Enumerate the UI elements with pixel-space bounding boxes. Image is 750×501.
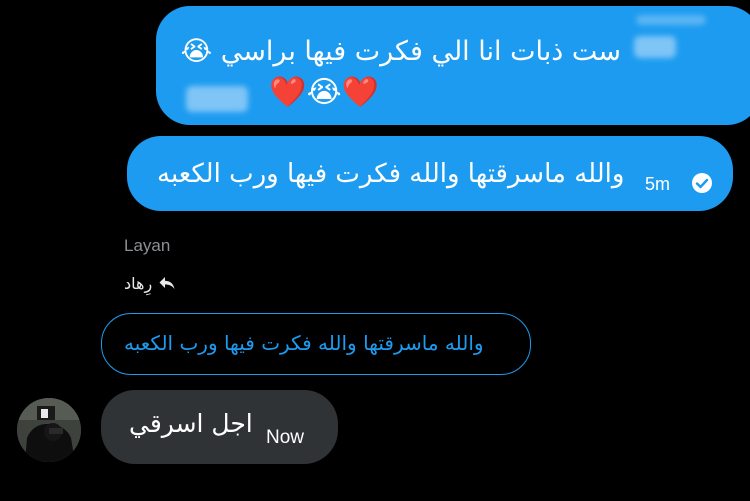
sent-message-bubble[interactable]: ست ذبات انا الي فكرت فيها براسي 😭 ❤️😭❤️ [156, 6, 750, 125]
quoted-message-text: والله ماسرقتها والله فكرت فيها ورب الكعب… [124, 331, 484, 355]
message-timestamp: 5m [645, 174, 671, 194]
received-message-bubble[interactable]: اجل اسرقي Now [101, 390, 338, 464]
sent-message-bubble[interactable]: والله ماسرقتها والله فكرت فيها ورب الكعب… [127, 136, 733, 211]
redacted-region [186, 86, 248, 112]
message-emoji-line: ❤️😭❤️ [269, 75, 379, 110]
quoted-message[interactable]: والله ماسرقتها والله فكرت فيها ورب الكعب… [101, 313, 531, 375]
reply-indicator: رِهاد [124, 270, 176, 296]
redacted-region [636, 15, 706, 25]
avatar-image [17, 398, 81, 462]
sender-name: Layan [124, 236, 171, 255]
user-avatar[interactable] [17, 398, 81, 462]
message-text: اجل اسرقي [129, 409, 253, 438]
reply-arrow-icon [159, 277, 175, 289]
message-text: ست ذبات انا الي فكرت فيها براسي 😭 [180, 36, 621, 67]
reply-target-name: رِهاد [124, 273, 153, 293]
message-timestamp: Now [266, 427, 305, 448]
check-circle-icon [692, 173, 712, 193]
redacted-region [634, 36, 676, 58]
message-text: والله ماسرقتها والله فكرت فيها ورب الكعب… [157, 159, 625, 189]
